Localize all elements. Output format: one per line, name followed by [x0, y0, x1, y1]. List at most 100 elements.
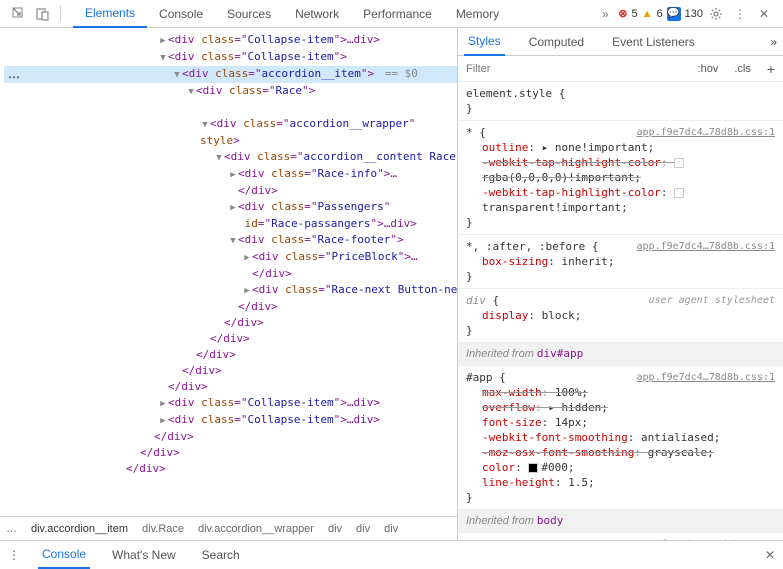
dom-node[interactable]: </div>: [4, 445, 457, 461]
breadcrumb-item[interactable]: div.accordion__item: [31, 523, 128, 535]
dom-node[interactable]: </div>: [4, 363, 457, 379]
styles-body[interactable]: element.style {}app.f9e7dc4…78d8b.css:1*…: [458, 82, 783, 540]
dom-node[interactable]: </div>: [4, 183, 457, 199]
settings-icon[interactable]: [705, 3, 727, 25]
close-devtools-icon[interactable]: ✕: [753, 3, 775, 25]
css-property[interactable]: -webkit-font-smoothing: antialiased;: [466, 430, 775, 445]
expand-arrow-icon[interactable]: ▶: [242, 250, 252, 266]
css-property[interactable]: max-width: 100%;: [466, 385, 775, 400]
dom-node[interactable]: ▶<div class="Collapse-item">…div>: [4, 32, 457, 49]
dom-node[interactable]: </div>: [4, 299, 457, 315]
drawer-tab-search[interactable]: Search: [198, 541, 244, 569]
breadcrumb-item[interactable]: div.Race: [142, 523, 184, 535]
expand-arrow-icon[interactable]: ▶: [242, 283, 252, 299]
dom-node[interactable]: ▼<div class="Race-footer">: [4, 232, 457, 249]
dom-node[interactable]: ▼<div class="accordion__content Race-con…: [4, 149, 457, 166]
device-toggle-icon[interactable]: [32, 3, 54, 25]
expand-arrow-icon[interactable]: ▶: [228, 167, 238, 183]
kebab-menu-icon[interactable]: ⋮: [729, 3, 751, 25]
dom-node[interactable]: ▼<div class="Race">: [4, 83, 457, 100]
tab-console[interactable]: Console: [147, 0, 215, 28]
status-area[interactable]: ⊗5 ▲6 💬130: [618, 7, 703, 21]
css-property[interactable]: -webkit-tap-highlight-color: transparent…: [466, 185, 775, 215]
tab-sources[interactable]: Sources: [215, 0, 283, 28]
dom-node[interactable]: </div>: [4, 266, 457, 282]
dom-node[interactable]: </div>: [4, 347, 457, 363]
drawer-tab-what-s-new[interactable]: What's New: [108, 541, 180, 569]
add-rule-icon[interactable]: +: [759, 61, 783, 77]
css-rule[interactable]: user agent stylesheetdiv {display: block…: [458, 289, 783, 343]
breadcrumb-item[interactable]: div.accordion__wrapper: [198, 523, 314, 535]
styles-tab-computed[interactable]: Computed: [525, 28, 588, 56]
expand-arrow-icon[interactable]: ▶: [158, 33, 168, 49]
expand-arrow-icon[interactable]: ▼: [186, 84, 196, 100]
styles-filter-input[interactable]: [458, 63, 690, 75]
drawer-close-icon[interactable]: ✕: [765, 548, 775, 562]
error-icon: ⊗: [618, 7, 627, 20]
breadcrumb-item[interactable]: div: [384, 523, 398, 535]
source-link[interactable]: app.f9e7dc4…78d8b.css:1: [637, 125, 775, 140]
css-rule[interactable]: element.style {}: [458, 82, 783, 121]
dom-node[interactable]: </div>: [4, 315, 457, 331]
css-property[interactable]: line-height: 1.5;: [466, 475, 775, 490]
color-swatch-icon[interactable]: [528, 463, 538, 473]
tab-performance[interactable]: Performance: [351, 0, 444, 28]
dom-node[interactable]: [4, 100, 457, 116]
css-property[interactable]: box-sizing: inherit;: [466, 254, 775, 269]
cls-toggle[interactable]: .cls: [726, 63, 759, 75]
dom-node[interactable]: ▶<div class="Passengers" id="Race-passan…: [4, 199, 457, 232]
breadcrumb-item[interactable]: …: [6, 523, 17, 535]
breadcrumb-item[interactable]: div: [328, 523, 342, 535]
more-tabs-icon[interactable]: »: [594, 3, 616, 25]
color-swatch-icon[interactable]: [674, 158, 684, 168]
css-rule[interactable]: app.f9e7dc4…78d8b.css:1* {outline: ▸ non…: [458, 121, 783, 235]
dom-node[interactable]: ▶<div class="PriceBlock">…: [4, 249, 457, 266]
css-property[interactable]: overflow: ▸ hidden;: [466, 400, 775, 415]
color-swatch-icon[interactable]: [674, 188, 684, 198]
drawer-tab-console[interactable]: Console: [38, 541, 90, 569]
source-link[interactable]: app.f9e7dc4…78d8b.css:1: [637, 537, 775, 540]
breadcrumb-item[interactable]: div: [356, 523, 370, 535]
css-property[interactable]: color: #000;: [466, 460, 775, 475]
css-rule[interactable]: app.f9e7dc4…78d8b.css:1*, :after, :befor…: [458, 235, 783, 289]
expand-arrow-icon[interactable]: ▼: [158, 50, 168, 66]
tab-elements[interactable]: Elements: [73, 0, 147, 28]
dom-node[interactable]: ▶<div class="Collapse-item">…div>: [4, 412, 457, 429]
tree-context-icon[interactable]: ⋯: [8, 70, 20, 84]
dom-node[interactable]: </div>: [4, 429, 457, 445]
expand-arrow-icon[interactable]: ▼: [228, 233, 238, 249]
dom-node[interactable]: ▼<div class="accordion__item"> == $0: [4, 66, 457, 83]
css-property[interactable]: outline: ▸ none!important;: [466, 140, 775, 155]
css-property[interactable]: -moz-osx-font-smoothing: grayscale;: [466, 445, 775, 460]
dom-node[interactable]: ▶<div class="Race-info">…: [4, 166, 457, 183]
drawer-menu-icon[interactable]: ⋮: [8, 548, 20, 562]
dom-node[interactable]: ▶<div class="Collapse-item">…div>: [4, 395, 457, 412]
expand-arrow-icon[interactable]: ▼: [200, 117, 210, 133]
inspect-icon[interactable]: [8, 3, 30, 25]
expand-arrow-icon[interactable]: ▶: [158, 396, 168, 412]
hov-toggle[interactable]: :hov: [690, 63, 727, 75]
css-rule[interactable]: app.f9e7dc4…78d8b.css:1body {font-family…: [458, 533, 783, 540]
tab-network[interactable]: Network: [283, 0, 351, 28]
dom-node[interactable]: ▶<div class="Race-next Button-next">…div…: [4, 282, 457, 299]
styles-tab-event-listeners[interactable]: Event Listeners: [608, 28, 699, 56]
css-property[interactable]: font-size: 14px;: [466, 415, 775, 430]
dom-node[interactable]: </div>: [4, 461, 457, 477]
dom-node[interactable]: ▼<div class="Collapse-item">: [4, 49, 457, 66]
expand-arrow-icon[interactable]: ▶: [158, 413, 168, 429]
styles-tab-styles[interactable]: Styles: [464, 28, 505, 56]
css-property[interactable]: display: block;: [466, 308, 775, 323]
dom-node[interactable]: </div>: [4, 331, 457, 347]
expand-arrow-icon[interactable]: ▶: [228, 200, 238, 216]
source-link[interactable]: app.f9e7dc4…78d8b.css:1: [637, 370, 775, 385]
css-rule[interactable]: app.f9e7dc4…78d8b.css:1#app {max-width: …: [458, 366, 783, 510]
source-link[interactable]: app.f9e7dc4…78d8b.css:1: [637, 239, 775, 254]
dom-tree[interactable]: ▶<div class="Collapse-item">…div>▼<div c…: [0, 28, 457, 516]
expand-arrow-icon[interactable]: ▼: [172, 67, 182, 83]
expand-arrow-icon[interactable]: ▼: [214, 150, 224, 166]
tab-memory[interactable]: Memory: [444, 0, 511, 28]
dom-node[interactable]: </div>: [4, 379, 457, 395]
dom-node[interactable]: ▼<div class="accordion__wrapper"style>: [4, 116, 457, 149]
more-styles-tabs-icon[interactable]: »: [770, 35, 777, 49]
css-property[interactable]: -webkit-tap-highlight-color: rgba(0,0,0,…: [466, 155, 775, 185]
